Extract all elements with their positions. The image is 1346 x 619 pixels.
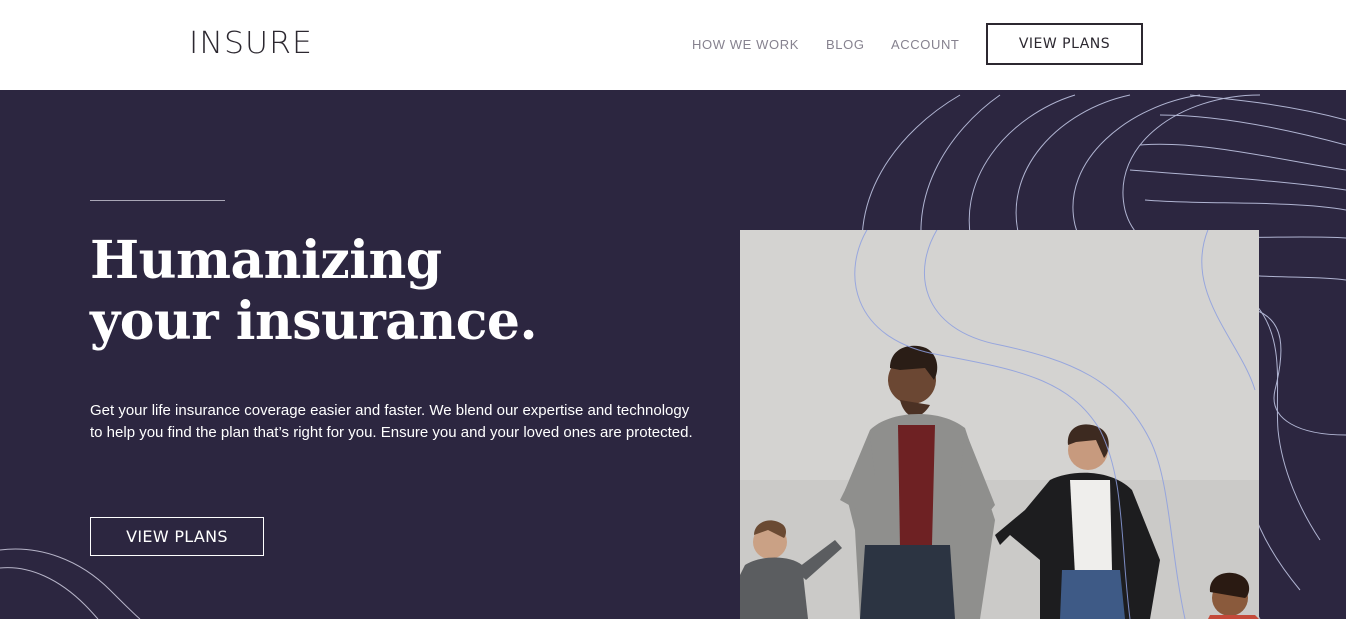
hero-section: Humanizing your insurance. Get your life…: [0, 90, 1346, 619]
insure-logo[interactable]: INSURE: [189, 29, 313, 59]
site-header: INSURE HOW WE WORK BLOG ACCOUNT VIEW PLA…: [0, 0, 1346, 90]
header-view-plans-button[interactable]: VIEW PLANS: [986, 23, 1143, 65]
hero-view-plans-button[interactable]: VIEW PLANS: [90, 517, 264, 556]
hero-title: Humanizing your insurance.: [90, 230, 690, 352]
nav-link-account[interactable]: ACCOUNT: [891, 37, 959, 52]
hero-description: Get your life insurance coverage easier …: [90, 402, 693, 441]
hero-divider: [90, 200, 225, 201]
nav-link-blog[interactable]: BLOG: [826, 37, 865, 52]
family-walking-photo: [740, 230, 1259, 619]
hero-title-line1: Humanizing: [90, 230, 442, 291]
hero-title-line2: your insurance.: [90, 291, 538, 352]
nav-link-how-we-work[interactable]: HOW WE WORK: [692, 37, 799, 52]
